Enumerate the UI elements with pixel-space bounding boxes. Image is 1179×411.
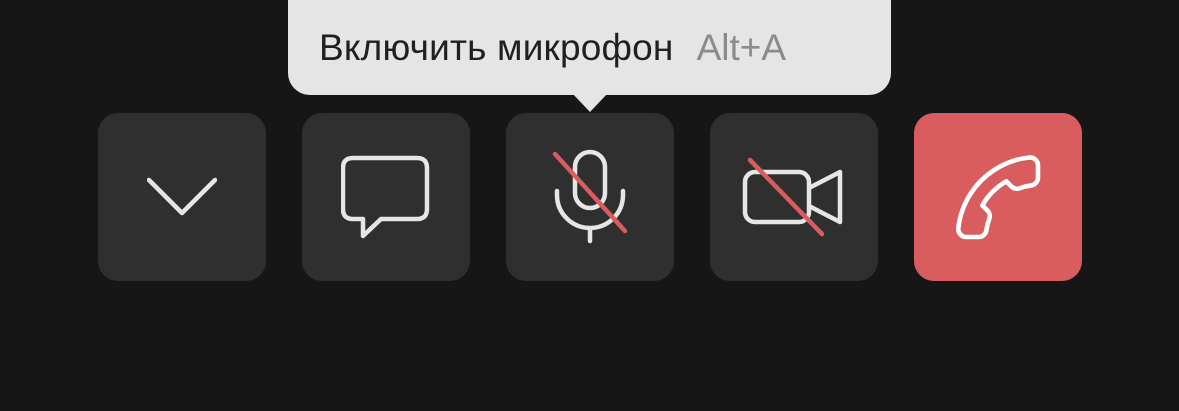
mic-tooltip: Включить микрофон Alt+A: [288, 0, 891, 95]
end-call-button[interactable]: [914, 113, 1082, 281]
call-controls: [98, 113, 1082, 281]
phone-hangup-icon: [956, 155, 1041, 240]
chat-button[interactable]: [302, 113, 470, 281]
tooltip-shortcut: Alt+A: [696, 26, 787, 68]
chat-bubble-icon: [341, 155, 430, 239]
more-options-button[interactable]: [98, 113, 266, 281]
tooltip-arrow: [572, 93, 608, 112]
microphone-muted-icon: [552, 149, 628, 244]
tooltip-label: Включить микрофон: [319, 26, 674, 68]
microphone-toggle-button[interactable]: [506, 113, 674, 281]
chevron-down-icon: [147, 177, 217, 216]
camera-off-icon: [742, 157, 843, 237]
camera-toggle-button[interactable]: [710, 113, 878, 281]
